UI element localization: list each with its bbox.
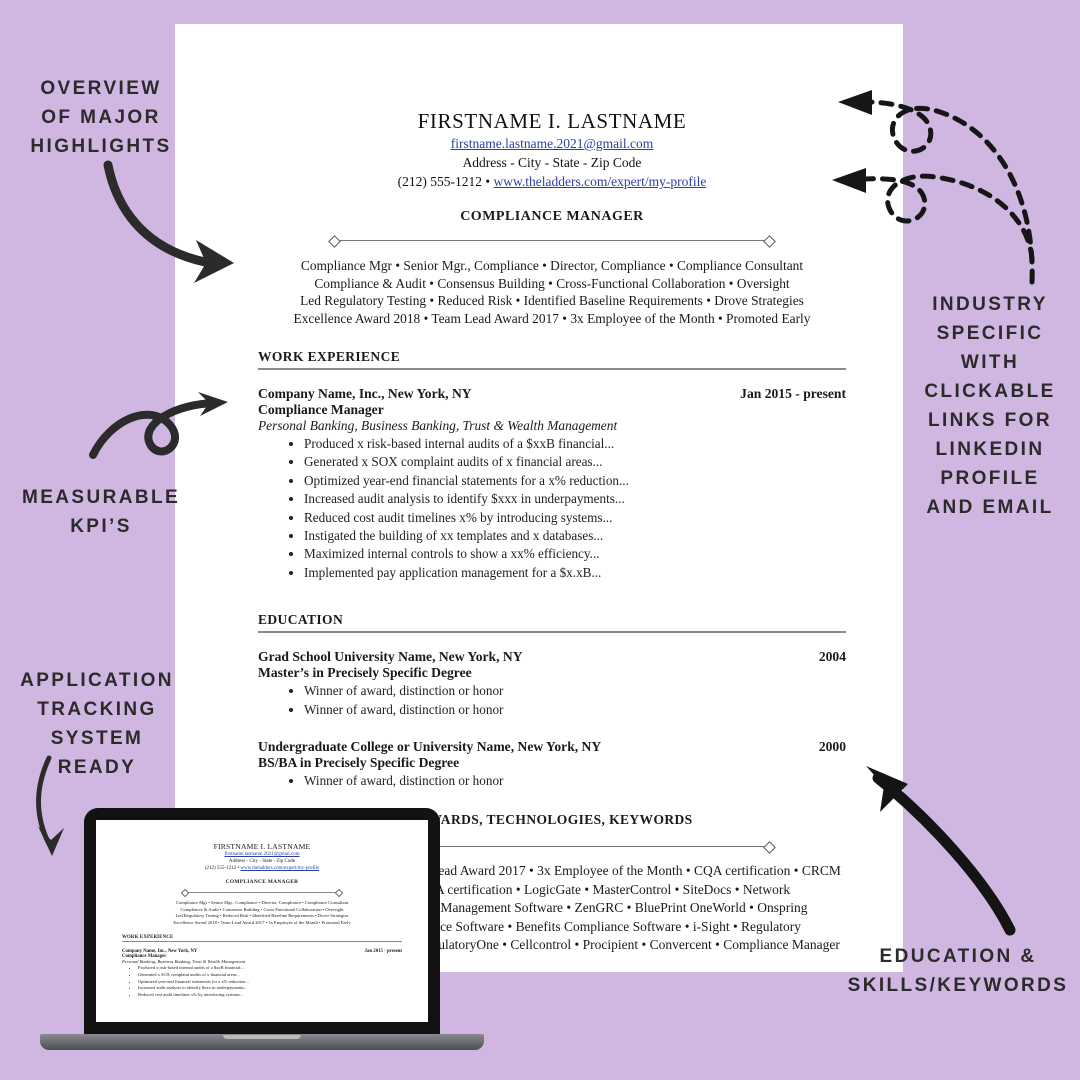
- resume-phone-line: (212) 555-1212 • www.theladders.com/expe…: [258, 172, 846, 191]
- bullet-separator: •: [485, 174, 491, 189]
- mini-keyword-line: Compliance Mgr • Senior Mgr., Compliance…: [175, 900, 349, 905]
- mini-job-bullet-list: Produced x risk-based internal audits of…: [122, 965, 402, 998]
- mini-diamond-right-icon: [334, 888, 344, 898]
- education-school: Undergraduate College or University Name…: [258, 739, 602, 755]
- laptop-base: [40, 1034, 484, 1050]
- education-year: 2000: [818, 739, 846, 755]
- mini-job-scope: Personal Banking, Business Banking, Trus…: [122, 959, 246, 965]
- keyword-line: Led Regulatory Testing • Reduced Risk • …: [300, 293, 804, 308]
- mini-job-bullet: Produced x risk-based internal audits of…: [138, 965, 402, 972]
- job-bullet: Generated x SOX complaint audits of x fi…: [304, 453, 846, 471]
- job-bullet: Produced x risk-based internal audits of…: [304, 435, 846, 453]
- annotation-overview: OVERVIEW OF MAJOR HIGHLIGHTS: [30, 78, 172, 157]
- mini-job-bullet: Increased audit analysis to identify $xx…: [138, 985, 402, 992]
- profile-link[interactable]: www.theladders.com/expert/my-profile: [494, 174, 707, 189]
- mini-keyword-line: Led Regulatory Testing • Reduced Risk • …: [175, 913, 349, 919]
- education-year: 2004: [818, 649, 846, 665]
- education-entry-row: Undergraduate College or University Name…: [258, 739, 846, 755]
- mini-email-link: firstname.lastname.2021@gmail.com: [224, 852, 300, 857]
- mini-email-line: firstname.lastname.2021@gmail.com: [122, 851, 402, 858]
- mini-job-bullet: Reduced cost audit timelines x% by intro…: [138, 992, 402, 999]
- job-header-row: Company Name, Inc., New York, NY Jan 201…: [258, 386, 846, 402]
- job-role: Compliance Manager: [258, 402, 384, 417]
- diamond-right-icon: [763, 234, 776, 248]
- education-degree: BS/BA in Precisely Specific Degree: [258, 755, 460, 771]
- job-bullet: Instigated the building of xx templates …: [304, 527, 846, 545]
- mini-section-heading-work-experience: WORK EXPERIENCE: [122, 935, 402, 943]
- mini-phone-line: (212) 555-1212 • www.theladders.com/expe…: [122, 865, 402, 872]
- job-bullet: Optimized year-end financial statements …: [304, 472, 846, 490]
- poster-canvas: FIRSTNAME I. LASTNAME firstname.lastname…: [0, 0, 1080, 1080]
- job-bullet: Reduced cost audit timelines x% by intro…: [304, 509, 846, 527]
- mini-keyword-line: Excellence Award 2018 • Team Lead Award …: [173, 919, 351, 925]
- mini-profile-link: www.theladders.com/expert/my-profile: [240, 866, 320, 871]
- mini-diamond-left-icon: [180, 888, 190, 898]
- mini-resume-name: FIRSTNAME I. LASTNAME: [213, 842, 311, 851]
- mini-phone: (212) 555-1212: [204, 866, 237, 871]
- education-bullet-list: Winner of award, distinction or honor Wi…: [258, 682, 846, 719]
- phone-text: (212) 555-1212: [397, 174, 483, 189]
- resume-address: Address - City - State - Zip Code: [462, 155, 642, 170]
- job-company: Company Name, Inc., New York, NY: [258, 386, 472, 401]
- mini-address: Address - City - State - Zip Code: [228, 859, 296, 864]
- annotation-education-skills: EDUCATION & SKILLS/KEYWORDS: [847, 946, 1069, 996]
- section-heading-education: EDUCATION: [258, 612, 846, 634]
- mini-job-bullet: Optimized year-end financial statements …: [138, 979, 402, 986]
- divider-bar: [340, 240, 764, 241]
- keyword-line: Excellence Award 2018 • Team Lead Award …: [293, 310, 811, 326]
- job-bullet-list: Produced x risk-based internal audits of…: [258, 435, 846, 582]
- keyword-line: Compliance Mgr • Senior Mgr., Compliance…: [300, 258, 804, 273]
- diamond-right-icon: [763, 841, 776, 854]
- resume-name: FIRSTNAME I. LASTNAME: [417, 109, 687, 133]
- mini-resume: FIRSTNAME I. LASTNAME firstname.lastname…: [96, 842, 428, 998]
- education-entry-row: Grad School University Name, New York, N…: [258, 649, 846, 665]
- headline-keywords: Compliance Mgr • Senior Mgr., Compliance…: [258, 257, 846, 327]
- education-bullet: Winner of award, distinction or honor: [304, 701, 846, 719]
- mini-headline-keywords: Compliance Mgr • Senior Mgr., Compliance…: [122, 900, 402, 926]
- laptop-lid: FIRSTNAME I. LASTNAME firstname.lastname…: [84, 808, 440, 1036]
- annotation-kpi: MEASURABLE KPI’S: [21, 487, 181, 537]
- mini-keyword-line: Compliance & Audit • Consensus Building …: [180, 906, 344, 912]
- email-link[interactable]: firstname.lastname.2021@gmail.com: [451, 136, 654, 151]
- mini-divider-bar: [188, 892, 336, 893]
- keyword-line: Compliance & Audit • Consensus Building …: [314, 275, 790, 291]
- resume-email-line: firstname.lastname.2021@gmail.com: [258, 134, 846, 153]
- education-bullet: Winner of award, distinction or honor: [304, 772, 846, 790]
- section-heading-work-experience: WORK EXPERIENCE: [258, 349, 846, 370]
- education-school: Grad School University Name, New York, N…: [258, 649, 523, 665]
- diamond-left-icon: [328, 234, 341, 248]
- education-degree: Master’s in Precisely Specific Degree: [258, 665, 472, 681]
- job-bullet: Implemented pay application management f…: [304, 564, 846, 582]
- mini-separator: •: [237, 866, 240, 871]
- education-bullet: Winner of award, distinction or honor: [304, 682, 846, 700]
- job-bullet: Increased audit analysis to identify $xx…: [304, 490, 846, 508]
- diamond-divider-top: [328, 234, 776, 248]
- job-scope: Personal Banking, Business Banking, Trus…: [258, 418, 618, 433]
- laptop-screen: FIRSTNAME I. LASTNAME firstname.lastname…: [96, 820, 428, 1022]
- education-bullet-list: Winner of award, distinction or honor: [258, 772, 846, 790]
- job-dates: Jan 2015 - present: [740, 386, 846, 401]
- resume-target-title: COMPLIANCE MANAGER: [460, 209, 644, 224]
- mini-diamond-divider: [180, 888, 344, 898]
- mini-job-dates: Jan 2015 - present: [364, 949, 402, 955]
- annotation-ats: APPLICATION TRACKING SYSTEM READY: [20, 670, 174, 778]
- mini-target-title: COMPLIANCE MANAGER: [225, 879, 299, 885]
- mini-job-bullet: Generated x SOX complaint audits of x fi…: [138, 972, 402, 979]
- annotation-industry: INDUSTRY SPECIFIC WITH CLICKABLE LINKS F…: [924, 294, 1056, 518]
- laptop-mockup: FIRSTNAME I. LASTNAME firstname.lastname…: [40, 808, 484, 1050]
- job-bullet: Maximized internal controls to show a xx…: [304, 545, 846, 563]
